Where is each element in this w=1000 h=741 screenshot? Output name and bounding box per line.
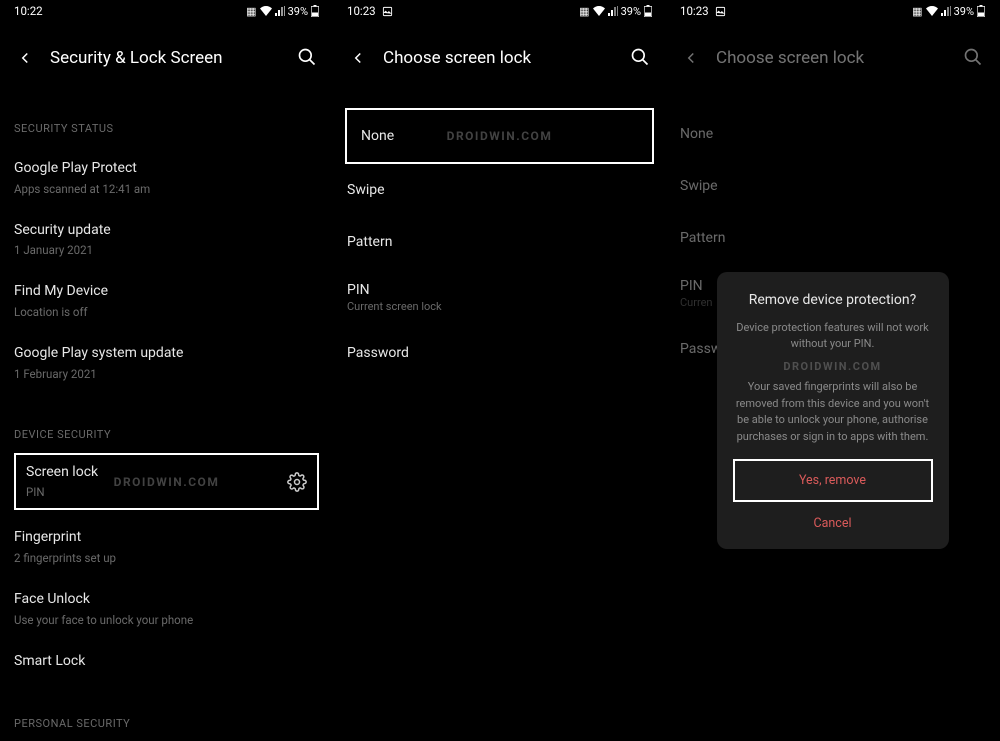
volte-icon: ▦ (579, 5, 589, 18)
back-icon[interactable] (347, 47, 369, 69)
section-device-security: DEVICE SECURITY (14, 428, 319, 441)
watermark: DROIDWIN.COM (733, 359, 933, 376)
signal-icon (608, 6, 618, 16)
settings-content: SECURITY STATUS Google Play Protect Apps… (0, 122, 333, 741)
item-face-unlock[interactable]: Face Unlock Use your face to unlock your… (14, 578, 319, 640)
dialog-body: Device protection features will not work… (733, 320, 933, 446)
item-fingerprint[interactable]: Fingerprint 2 fingerprints set up (14, 516, 319, 578)
item-smart-lock[interactable]: Smart Lock (14, 640, 319, 684)
status-bar: 10:22 ▦ 39% (0, 0, 333, 22)
battery-indicator: 39% (288, 5, 319, 18)
item-play-protect[interactable]: Google Play Protect Apps scanned at 12:4… (14, 147, 319, 209)
phone-1-security-lock-screen: 10:22 ▦ 39% Security & Lock Screen (0, 0, 333, 741)
phone-3-remove-protection-dialog: 10:23 ▦ 39% Cho (666, 0, 999, 741)
status-bar: 10:23 ▦ 39% (333, 0, 666, 22)
status-time: 10:23 (347, 4, 376, 18)
option-password[interactable]: Password (347, 327, 652, 379)
search-icon[interactable] (630, 47, 652, 69)
status-time: 10:22 (14, 4, 43, 18)
back-icon[interactable] (14, 47, 36, 69)
item-security-update[interactable]: Security update 1 January 2021 (14, 209, 319, 271)
status-icons: ▦ 39% (246, 5, 319, 18)
battery-indicator: 39% (621, 5, 652, 18)
item-find-device[interactable]: Find My Device Location is off (14, 270, 319, 332)
dialog-overlay: Remove device protection? Device protect… (666, 0, 999, 741)
cancel-button[interactable]: Cancel (733, 502, 933, 535)
phone-2-choose-screen-lock: 10:23 ▦ 39% Cho (333, 0, 666, 741)
section-security-status: SECURITY STATUS (14, 122, 319, 135)
option-none[interactable]: None DROIDWIN.COM (345, 108, 654, 164)
page-title: Security & Lock Screen (50, 48, 283, 68)
option-pattern[interactable]: Pattern (347, 216, 652, 268)
item-play-system-update[interactable]: Google Play system update 1 February 202… (14, 332, 319, 394)
screenshot-icon (382, 6, 393, 17)
volte-icon: ▦ (246, 5, 256, 18)
lock-options: None DROIDWIN.COM Swipe Pattern PIN Curr… (333, 108, 666, 379)
item-screen-lock[interactable]: Screen lock PIN DROIDWIN.COM (14, 453, 319, 511)
option-swipe[interactable]: Swipe (347, 164, 652, 216)
remove-protection-dialog: Remove device protection? Device protect… (717, 272, 949, 550)
wifi-icon (593, 6, 605, 16)
option-pin[interactable]: PIN Current screen lock (347, 268, 652, 327)
dialog-title: Remove device protection? (733, 292, 933, 308)
header: Security & Lock Screen (0, 22, 333, 94)
search-icon[interactable] (297, 47, 319, 69)
yes-remove-button[interactable]: Yes, remove (733, 459, 933, 502)
section-personal-security: PERSONAL SECURITY (14, 717, 319, 730)
wifi-icon (260, 6, 272, 16)
page-title: Choose screen lock (383, 48, 616, 68)
status-icons: ▦ 39% (579, 5, 652, 18)
gear-icon[interactable] (287, 472, 307, 492)
signal-icon (275, 6, 285, 16)
header: Choose screen lock (333, 22, 666, 94)
